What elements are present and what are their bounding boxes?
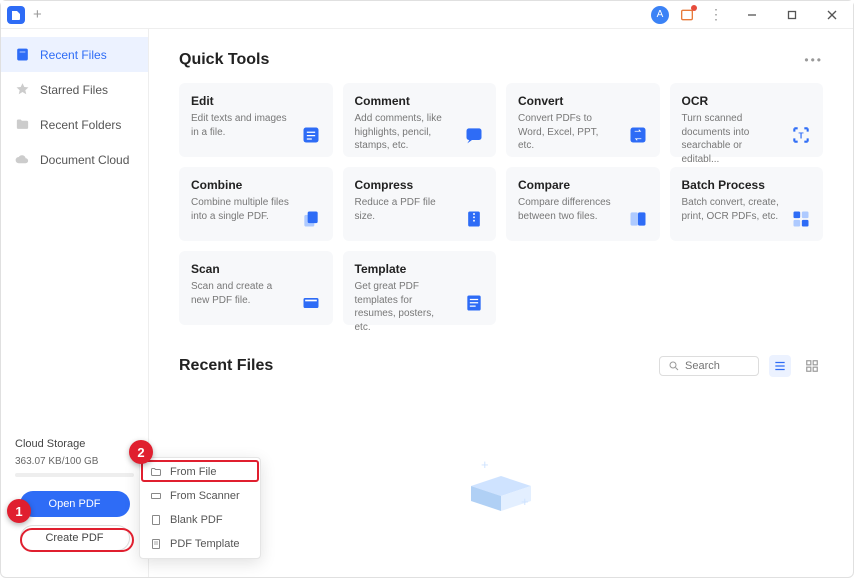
- notification-icon[interactable]: [679, 7, 695, 23]
- search-box[interactable]: [659, 356, 759, 376]
- search-input[interactable]: [685, 360, 745, 372]
- star-icon: [15, 82, 30, 97]
- sidebar-item-recent-files[interactable]: Recent Files: [1, 37, 148, 72]
- empty-box-icon: + +: [461, 461, 541, 516]
- create-pdf-menu: From File From Scanner Blank PDF PDF Tem…: [139, 457, 261, 559]
- tool-scan[interactable]: Scan Scan and create a new PDF file.: [179, 251, 333, 325]
- tool-edit[interactable]: Edit Edit texts and images in a file.: [179, 83, 333, 157]
- menu-item-from-file[interactable]: From File: [140, 460, 260, 484]
- tool-compare[interactable]: Compare Compare differences between two …: [506, 167, 660, 241]
- profile-avatar[interactable]: A: [651, 6, 669, 24]
- cloud-icon: [15, 152, 30, 167]
- template-file-icon: [150, 538, 162, 550]
- blank-file-icon: [150, 514, 162, 526]
- menu-item-blank-pdf[interactable]: Blank PDF: [140, 508, 260, 532]
- maximize-button[interactable]: [777, 3, 807, 27]
- empty-state: + +: [179, 391, 823, 556]
- template-icon: [462, 291, 486, 315]
- scanner-icon: [150, 490, 162, 502]
- comment-icon: [462, 123, 486, 147]
- tool-compress[interactable]: Compress Reduce a PDF file size.: [343, 167, 497, 241]
- batch-icon: [789, 207, 813, 231]
- sidebar-item-recent-folders[interactable]: Recent Folders: [1, 107, 148, 142]
- sidebar-item-document-cloud[interactable]: Document Cloud: [1, 142, 148, 177]
- new-tab-button[interactable]: +: [33, 6, 42, 23]
- search-icon: [668, 360, 680, 372]
- sidebar-item-label: Recent Files: [40, 48, 107, 62]
- compare-icon: [626, 207, 650, 231]
- svg-text:+: +: [521, 494, 529, 509]
- quick-tools-grid: Edit Edit texts and images in a file. Co…: [179, 83, 823, 325]
- tool-convert[interactable]: Convert Convert PDFs to Word, Excel, PPT…: [506, 83, 660, 157]
- grid-view-button[interactable]: [801, 355, 823, 377]
- menu-item-from-scanner[interactable]: From Scanner: [140, 484, 260, 508]
- callout-1: 1: [7, 499, 31, 523]
- quick-tools-more[interactable]: •••: [804, 53, 823, 67]
- tool-comment[interactable]: Comment Add comments, like highlights, p…: [343, 83, 497, 157]
- folder-icon: [15, 117, 30, 132]
- sidebar-item-label: Document Cloud: [40, 153, 129, 167]
- cloud-storage-title: Cloud Storage: [15, 438, 134, 450]
- sidebar-item-starred-files[interactable]: Starred Files: [1, 72, 148, 107]
- clock-file-icon: [15, 47, 30, 62]
- app-logo-icon: [7, 6, 25, 24]
- tool-ocr[interactable]: OCR Turn scanned documents into searchab…: [670, 83, 824, 157]
- title-bar: + A ⋮: [1, 1, 853, 29]
- minimize-button[interactable]: [737, 3, 767, 27]
- menu-item-pdf-template[interactable]: PDF Template: [140, 532, 260, 556]
- sidebar: Recent Files Starred Files Recent Folder…: [1, 29, 149, 577]
- quick-tools-title: Quick Tools: [179, 51, 269, 69]
- close-button[interactable]: [817, 3, 847, 27]
- callout-2: 2: [129, 440, 153, 464]
- sidebar-item-label: Starred Files: [40, 83, 108, 97]
- kebab-menu-icon[interactable]: ⋮: [705, 6, 727, 23]
- folder-open-icon: [150, 466, 162, 478]
- ocr-icon: T: [789, 123, 813, 147]
- tool-batch[interactable]: Batch Process Batch convert, create, pri…: [670, 167, 824, 241]
- list-view-button[interactable]: [769, 355, 791, 377]
- combine-icon: [299, 207, 323, 231]
- tool-combine[interactable]: Combine Combine multiple files into a si…: [179, 167, 333, 241]
- open-pdf-button[interactable]: Open PDF: [20, 491, 130, 517]
- create-pdf-button[interactable]: Create PDF: [20, 525, 130, 551]
- compress-icon: [462, 207, 486, 231]
- sidebar-item-label: Recent Folders: [40, 118, 121, 132]
- edit-icon: [299, 123, 323, 147]
- tool-template[interactable]: Template Get great PDF templates for res…: [343, 251, 497, 325]
- cloud-storage-stats: 363.07 KB/100 GB: [15, 456, 134, 467]
- convert-icon: [626, 123, 650, 147]
- svg-text:+: +: [481, 461, 489, 472]
- scan-icon: [299, 291, 323, 315]
- svg-text:T: T: [798, 130, 803, 140]
- cloud-storage-bar: [15, 473, 134, 477]
- recent-files-title: Recent Files: [179, 357, 273, 375]
